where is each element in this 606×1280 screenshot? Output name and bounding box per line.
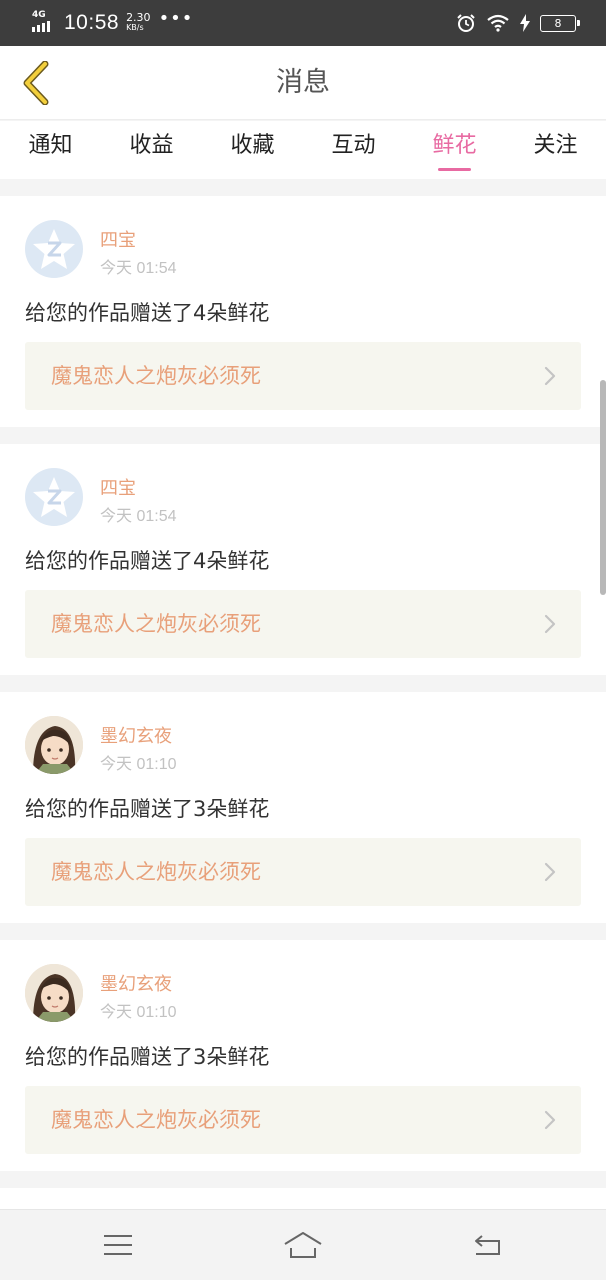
sender-name[interactable]: 墨幻玄夜 (100, 722, 172, 748)
clock: 10:58 (64, 11, 120, 34)
home-icon (284, 1232, 322, 1258)
network-speed: 2.30 KB/s (126, 11, 151, 32)
alarm-icon (457, 14, 475, 32)
status-bar: 4G 10:58 2.30 KB/s ••• 8 (0, 0, 606, 46)
tab-earnings[interactable]: 收益 (101, 121, 202, 179)
sender-name[interactable]: 墨幻玄夜 (100, 970, 172, 996)
wifi-icon (487, 14, 509, 32)
menu-button[interactable] (88, 1222, 148, 1268)
page-title: 消息 (276, 67, 330, 98)
gift-message: 给您的作品赠送了3朵鲜花 (25, 1045, 270, 1069)
tab-favorites[interactable]: 收藏 (202, 121, 303, 179)
tab-notifications[interactable]: 通知 (0, 121, 101, 179)
signal-icon: 4G (30, 10, 58, 34)
message-card: 墨幻玄夜 今天 01:10 给您的作品赠送了3朵鲜花 魔鬼恋人之炮灰必须死 (0, 692, 606, 923)
message-time: 今天 01:54 (100, 260, 177, 277)
message-time: 今天 01:54 (100, 508, 177, 525)
tab-interactions[interactable]: 互动 (303, 121, 404, 179)
more-notifications-icon: ••• (158, 8, 194, 29)
message-card: 四宝 今天 01:54 给您的作品赠送了4朵鲜花 魔鬼恋人之炮灰必须死 (0, 444, 606, 675)
gift-message: 给您的作品赠送了3朵鲜花 (25, 797, 270, 821)
work-title: 魔鬼恋人之炮灰必须死 (51, 1108, 261, 1132)
header: 消息 (0, 46, 606, 120)
work-link[interactable]: 魔鬼恋人之炮灰必须死 (25, 838, 581, 906)
user-photo-avatar[interactable] (25, 716, 83, 774)
default-avatar-icon[interactable] (25, 220, 83, 278)
tab-flowers[interactable]: 鲜花 (404, 121, 505, 179)
tab-bar: 通知 收益 收藏 互动 鲜花 关注 (0, 121, 606, 179)
charging-icon (520, 14, 530, 32)
work-link[interactable]: 魔鬼恋人之炮灰必须死 (25, 342, 581, 410)
work-link[interactable]: 魔鬼恋人之炮灰必须死 (25, 590, 581, 658)
message-time: 今天 01:10 (100, 1004, 177, 1021)
chevron-right-icon (544, 862, 556, 882)
chevron-right-icon (544, 614, 556, 634)
default-avatar-icon[interactable] (25, 468, 83, 526)
gift-message: 给您的作品赠送了4朵鲜花 (25, 301, 270, 325)
message-list: 四宝 今天 01:54 给您的作品赠送了4朵鲜花 魔鬼恋人之炮灰必须死 四宝 今… (0, 196, 606, 1265)
chevron-right-icon (544, 366, 556, 386)
sender-name[interactable]: 四宝 (100, 226, 136, 252)
system-nav-bar (0, 1209, 606, 1280)
scrollbar[interactable] (600, 380, 606, 595)
battery-icon: 8 (540, 14, 580, 32)
work-title: 魔鬼恋人之炮灰必须死 (51, 612, 261, 636)
menu-icon (104, 1235, 132, 1255)
message-card: 四宝 今天 01:54 给您的作品赠送了4朵鲜花 魔鬼恋人之炮灰必须死 (0, 196, 606, 427)
gift-message: 给您的作品赠送了4朵鲜花 (25, 549, 270, 573)
network-type: 4G (32, 10, 46, 20)
battery-level: 8 (554, 16, 562, 30)
work-title: 魔鬼恋人之炮灰必须死 (51, 364, 261, 388)
chevron-right-icon (544, 1110, 556, 1130)
message-time: 今天 01:10 (100, 756, 177, 773)
work-title: 魔鬼恋人之炮灰必须死 (51, 860, 261, 884)
home-button[interactable] (273, 1222, 333, 1268)
sender-name[interactable]: 四宝 (100, 474, 136, 500)
back-nav-button[interactable] (458, 1222, 518, 1268)
user-photo-avatar[interactable] (25, 964, 83, 1022)
back-icon (475, 1235, 500, 1255)
work-link[interactable]: 魔鬼恋人之炮灰必须死 (25, 1086, 581, 1154)
tab-following[interactable]: 关注 (505, 121, 606, 179)
message-card: 墨幻玄夜 今天 01:10 给您的作品赠送了3朵鲜花 魔鬼恋人之炮灰必须死 (0, 940, 606, 1171)
